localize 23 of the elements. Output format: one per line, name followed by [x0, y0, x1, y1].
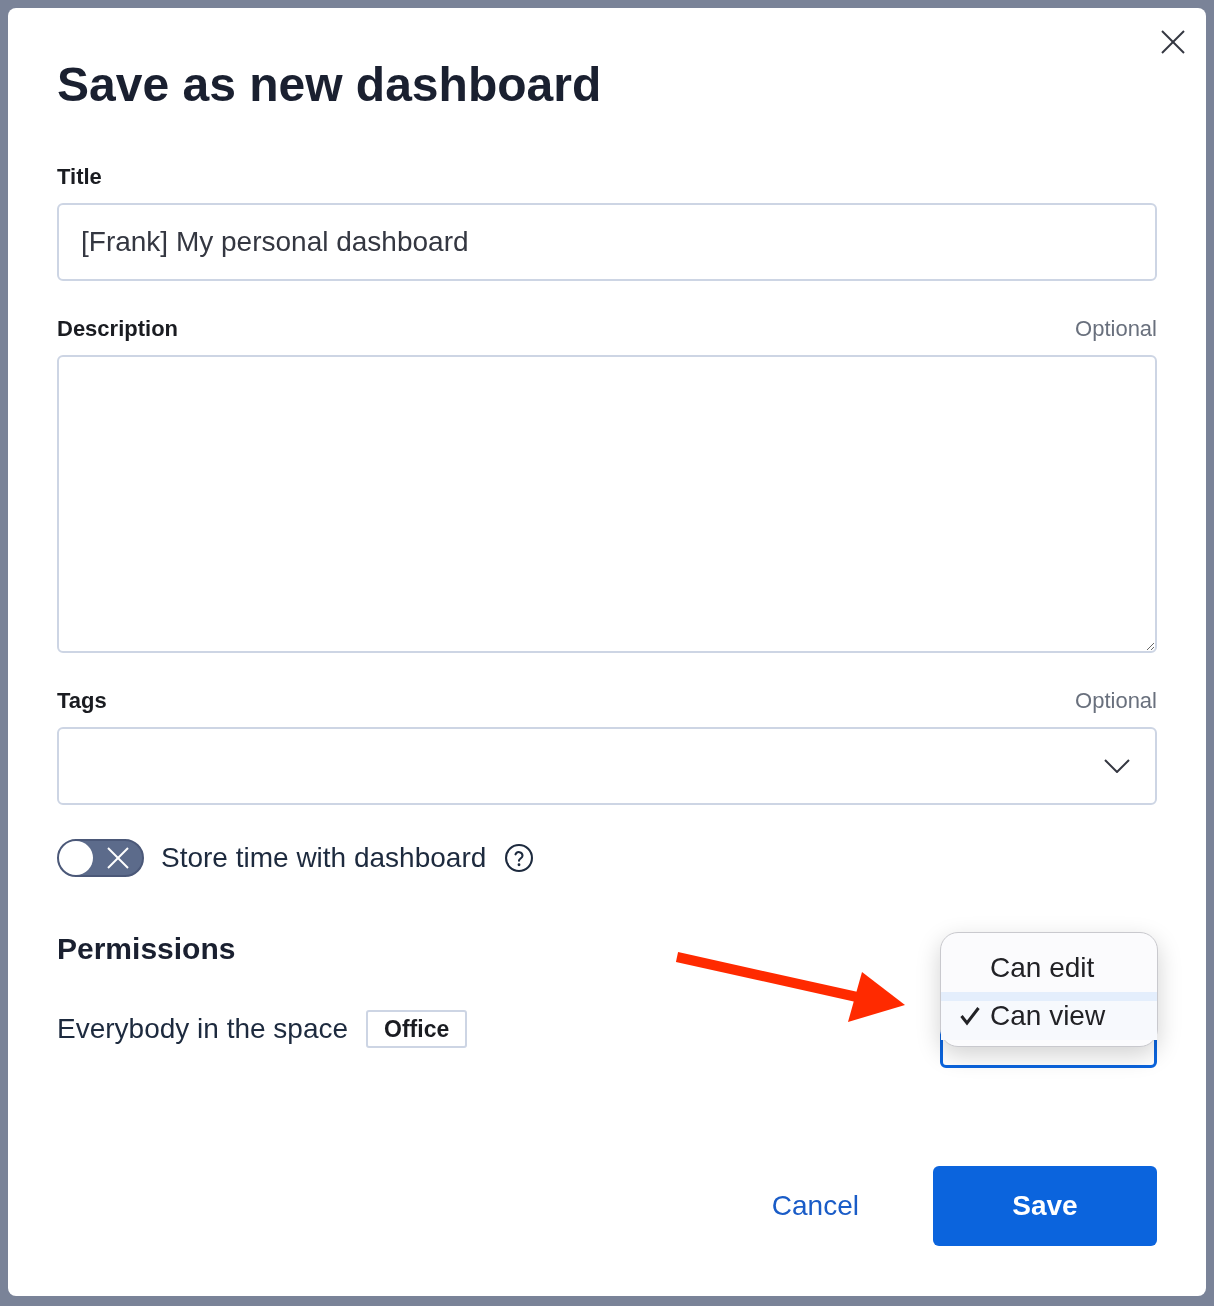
cross-icon	[106, 847, 129, 869]
dropdown-field[interactable]	[57, 727, 1157, 805]
close-button[interactable]	[1161, 30, 1185, 54]
switch-label: Store time with dashboard	[161, 841, 487, 875]
cancel-link[interactable]: Cancel	[763, 1185, 867, 1227]
close-icon	[1161, 30, 1185, 54]
field-label: Description	[57, 315, 179, 343]
dialog-title: Save as new dashboard	[57, 57, 603, 113]
textarea-field[interactable]	[57, 355, 1157, 653]
help-icon[interactable]	[505, 844, 534, 872]
field-label: Tags	[57, 687, 107, 715]
check-icon	[960, 1006, 980, 1026]
menu-option[interactable]: Can edit	[941, 944, 1157, 992]
audience-label: Everybody in the space	[57, 1012, 349, 1046]
text-field[interactable]: [Frank] My personal dashboard	[57, 203, 1157, 281]
optional-note: Optional	[1075, 315, 1157, 343]
chevron-down-icon	[1104, 759, 1130, 773]
optional-note: Optional	[1075, 687, 1157, 715]
save-button[interactable]: Save	[933, 1166, 1157, 1246]
field-label: Title	[57, 163, 102, 191]
toggle-switch[interactable]	[57, 839, 144, 877]
space-tag: Office	[366, 1010, 468, 1048]
menu-option[interactable]: Can view	[941, 992, 1157, 1040]
